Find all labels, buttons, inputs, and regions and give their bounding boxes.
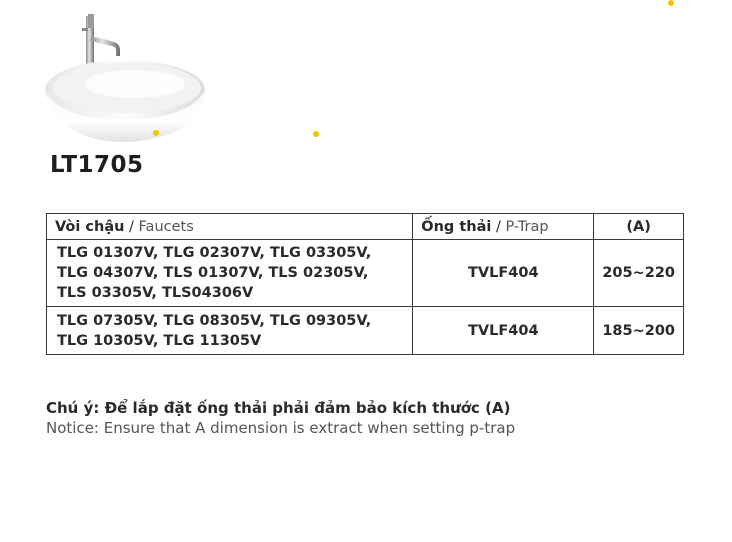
ptrap-header-separator: / [491,218,506,235]
notice-vietnamese: Chú ý: Để lắp đặt ống thải phải đảm bảo … [46,399,511,417]
basin-image [45,14,205,142]
faucets-line: TLG 04307V, TLS 01307V, TLS 02305V, [57,265,369,281]
installation-notice: Chú ý: Để lắp đặt ống thải phải đảm bảo … [46,398,515,438]
faucets-cell: TLG 01307V, TLG 02307V, TLG 03305V, TLG … [45,239,414,307]
decor-dot [668,0,674,6]
faucets-header-en: Faucets [138,218,194,235]
decor-dot [313,131,319,137]
product-model-code: LT1705 [50,152,144,178]
ptrap-header-vi: Ống thải [421,218,492,235]
dimension-header: (A) [593,213,684,240]
faucets-line: TLG 07305V, TLG 08305V, TLG 09305V, [57,312,372,329]
faucets-header: Vòi chậu / Faucets [45,213,414,240]
dimension-cell: 205~220 [593,239,684,307]
faucets-header-vi: Vòi chậu [55,218,125,235]
faucets-line: TLG 01307V, TLG 02307V, TLG 03305V, [57,245,372,261]
faucets-header-separator: / [124,218,139,235]
compatibility-table: Vòi chậu / Faucets Ống thải / P-Trap (A)… [45,213,684,355]
table-row: TLG 07305V, TLG 08305V, TLG 09305V, TLG … [45,306,684,355]
faucets-cell: TLG 07305V, TLG 08305V, TLG 09305V, TLG … [45,306,414,355]
notice-english: Notice: Ensure that A dimension is extra… [46,419,516,437]
faucets-line: TLS 03305V, TLS04306V [57,285,254,301]
ptrap-header: Ống thải / P-Trap [412,213,595,240]
dimension-cell: 185~200 [593,306,684,355]
ptrap-header-en: P-Trap [505,218,549,235]
ptrap-cell: TVLF404 [412,306,595,355]
table-header-row: Vòi chậu / Faucets Ống thải / P-Trap (A) [45,213,684,240]
ptrap-cell: TVLF404 [412,239,595,307]
faucets-line: TLG 10305V, TLG 11305V [57,332,262,349]
table-row: TLG 01307V, TLG 02307V, TLG 03305V, TLG … [45,239,684,307]
dimension-header-label: (A) [626,218,651,235]
decor-dot [153,130,159,136]
